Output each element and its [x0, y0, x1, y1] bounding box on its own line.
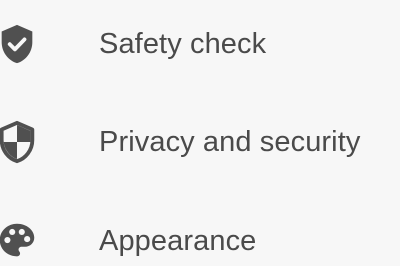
settings-menu: Safety check Privacy and security Appear… [0, 0, 400, 266]
menu-item-appearance[interactable]: Appearance [0, 211, 400, 266]
palette-icon [0, 218, 40, 264]
menu-item-safety-check[interactable]: Safety check [0, 14, 400, 74]
menu-item-label: Privacy and security [99, 125, 361, 158]
menu-item-label: Appearance [99, 224, 257, 257]
menu-item-label: Safety check [99, 27, 267, 60]
menu-item-privacy-security[interactable]: Privacy and security [0, 112, 400, 172]
shield-check-icon [0, 21, 40, 67]
shield-half-icon [0, 119, 40, 165]
